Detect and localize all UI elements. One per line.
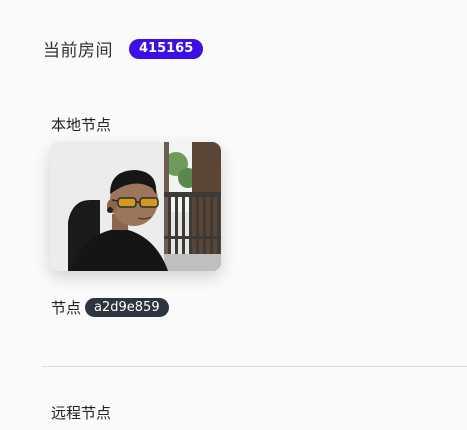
room-header: 当前房间 415165 <box>43 36 204 61</box>
room-page: 当前房间 415165 本地节点 节点 a2d9e859 远程节点 <box>0 0 467 430</box>
node-id-badge: a2d9e859 <box>85 298 169 317</box>
local-video-feed[interactable] <box>50 142 221 271</box>
local-node-heading: 本地节点 <box>51 116 112 134</box>
section-divider <box>42 366 467 367</box>
room-title: 当前房间 <box>43 41 113 61</box>
room-id-badge: 415165 <box>129 38 204 59</box>
video-frame <box>50 142 221 271</box>
node-label: 节点 <box>51 299 82 317</box>
local-node-info: 节点 a2d9e859 <box>51 297 169 318</box>
remote-node-heading: 远程节点 <box>51 404 112 422</box>
